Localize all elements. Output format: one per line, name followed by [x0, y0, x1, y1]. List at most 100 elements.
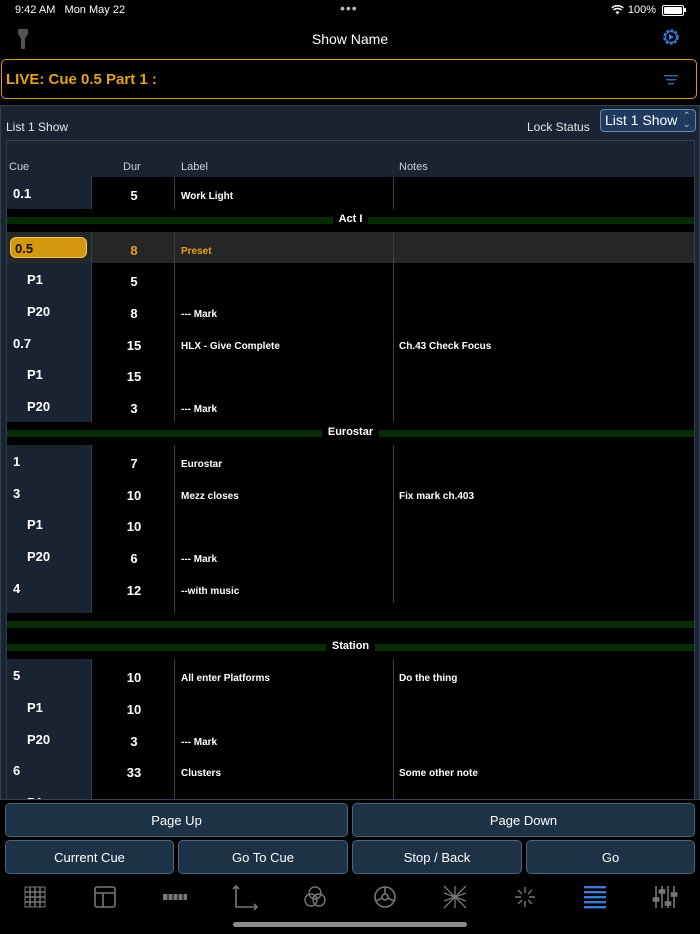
dur-cell: 10 — [91, 659, 175, 691]
tab-mixer[interactable] — [650, 883, 680, 911]
cue-notes: Some other note — [399, 768, 478, 780]
filter-icon[interactable] — [664, 74, 678, 86]
table-row-active[interactable]: 0.5 8 Preset — [7, 231, 694, 264]
table-row[interactable]: P1 10 — [7, 690, 694, 723]
tab-effects[interactable] — [510, 883, 540, 911]
current-cue-button[interactable]: Current Cue — [5, 840, 174, 874]
cue-number: P1 — [27, 699, 43, 715]
status-bar: 9:42 AM Mon May 22 ••• 100% — [0, 0, 700, 20]
table-row[interactable]: 6 33 Clusters Some other note — [7, 754, 694, 786]
cue-notes: Do the thing — [399, 673, 458, 685]
table-row[interactable]: P1 15 — [7, 358, 694, 391]
table-row[interactable]: 0.7 15 HLX - Give Complete Ch.43 Check Focu… — [7, 326, 694, 359]
table-row[interactable]: P20 8 --- Mark — [7, 295, 694, 327]
tab-layout[interactable] — [90, 883, 120, 911]
list-title: List 1 Show — [6, 120, 69, 134]
cue-duration: 7 — [130, 455, 138, 471]
cue-label: Preset — [181, 245, 212, 257]
table-row[interactable]: P1 10 — [7, 508, 694, 540]
cue-duration: 8 — [130, 306, 138, 322]
cue-number: 0.1 — [13, 186, 32, 201]
cue-cell: 4 — [7, 571, 91, 604]
cue-number: 3 — [13, 485, 21, 501]
tab-bar — [0, 877, 700, 922]
dur-cell: 5 — [91, 263, 175, 296]
cue-number: P20 — [27, 548, 51, 564]
dur-cell: 12 — [91, 571, 175, 604]
spacer-row — [7, 603, 694, 614]
table-row[interactable]: 3 10 Mezz closes Fix mark ch.403 — [7, 476, 694, 509]
tab-grid[interactable] — [20, 883, 50, 911]
col-header-cue: Cue — [9, 161, 30, 173]
table-row[interactable]: P1 5 — [7, 263, 694, 296]
dur-cell: 33 — [91, 754, 175, 786]
col-header-label: Label — [181, 161, 208, 173]
dur-cell: 5 — [91, 177, 175, 209]
table-row[interactable]: P1 30 — [7, 786, 694, 799]
table-row[interactable]: 4 12 --with music — [7, 571, 694, 604]
tab-beams[interactable] — [440, 883, 470, 911]
dur-cell: 10 — [91, 508, 175, 540]
cue-notes: Fix mark ch.403 — [399, 490, 475, 502]
table-row[interactable]: 0.1 5 Work Light — [7, 177, 694, 209]
live-cue-bar[interactable]: LIVE: Cue 0.5 Part 1 : — [1, 59, 697, 99]
table-row[interactable]: P20 6 --- Mark — [7, 539, 694, 572]
col-header-notes: Notes — [399, 161, 428, 173]
list-selector[interactable]: List 1 Show ⌃ ⌄ — [600, 109, 696, 132]
scene-row[interactable] — [7, 613, 694, 637]
scene-row[interactable]: Act I — [7, 208, 694, 232]
table-row[interactable]: 5 10 All enter Platforms Do the thing — [7, 659, 694, 691]
table-row[interactable]: 1 7 Eurostar — [7, 444, 694, 477]
cue-duration: 3 — [130, 401, 138, 417]
sparkle-icon — [515, 887, 535, 907]
live-cue-text: LIVE: Cue 0.5 Part 1 : — [6, 71, 157, 88]
notes-divider — [393, 177, 394, 209]
cue-rows: 0.1 5 Work Light Act I 0.5 8 Preset P1 5 P20 8 --- … — [7, 177, 694, 799]
cue-duration: 10 — [126, 701, 142, 717]
scene-row[interactable]: Eurostar — [7, 421, 694, 445]
cue-number: P20 — [27, 304, 51, 320]
cue-duration: 5 — [130, 274, 138, 290]
updown-chevron-icon: ⌃ ⌄ — [682, 111, 691, 130]
dur-cell: 8 — [91, 295, 175, 327]
scene-row[interactable]: Station — [7, 636, 694, 660]
tab-color[interactable] — [300, 883, 330, 911]
grid-header: Cue Dur Label Notes — [7, 141, 694, 177]
cue-cell: 0.1 — [7, 177, 91, 209]
stop-back-button[interactable]: Stop / Back — [352, 840, 522, 874]
go-to-cue-button[interactable]: Go To Cue — [178, 840, 348, 874]
multitask-dots-icon[interactable]: ••• — [340, 0, 358, 16]
list-selector-value: List 1 Show — [605, 112, 678, 128]
cue-label: --- Mark — [181, 553, 218, 565]
cue-duration: 30 — [92, 797, 176, 799]
cue-duration: 3 — [130, 733, 138, 749]
cue-cell: P20 — [7, 295, 91, 327]
table-row[interactable]: P20 3 --- Mark — [7, 390, 694, 422]
tab-axis[interactable] — [230, 883, 260, 911]
page-up-button[interactable]: Page Up — [5, 803, 348, 837]
tab-cue-list[interactable] — [580, 883, 610, 911]
cue-cell: P20 — [7, 390, 91, 422]
gear-icon[interactable] — [660, 26, 682, 48]
notes-divider — [393, 786, 394, 799]
tab-wheel[interactable] — [370, 883, 400, 911]
scene-label: Eurostar — [321, 425, 380, 438]
notes-divider — [393, 508, 394, 540]
notes-divider — [393, 390, 394, 422]
cue-grid[interactable]: Cue Dur Label Notes 0.1 5 Work Light Act I 0… — [6, 140, 695, 800]
tab-strip[interactable] — [160, 883, 190, 911]
notes-divider — [393, 476, 394, 509]
cue-cell: 0.5 — [7, 231, 91, 264]
lock-status-label: Lock Status — [527, 120, 590, 134]
dur-cell: 15 — [91, 358, 175, 391]
go-button[interactable]: Go — [526, 840, 695, 874]
table-row[interactable]: P20 3 --- Mark — [7, 722, 694, 755]
page-down-button[interactable]: Page Down — [352, 803, 695, 837]
home-indicator[interactable] — [233, 922, 467, 927]
status-time: 9:42 AM Mon May 22 — [15, 4, 126, 16]
cue-number: P1 — [27, 517, 43, 533]
dur-cell: 10 — [91, 690, 175, 723]
cue-cell: P1 — [7, 263, 91, 296]
color-mix-icon — [304, 886, 326, 907]
cue-number: P1 — [27, 367, 43, 383]
